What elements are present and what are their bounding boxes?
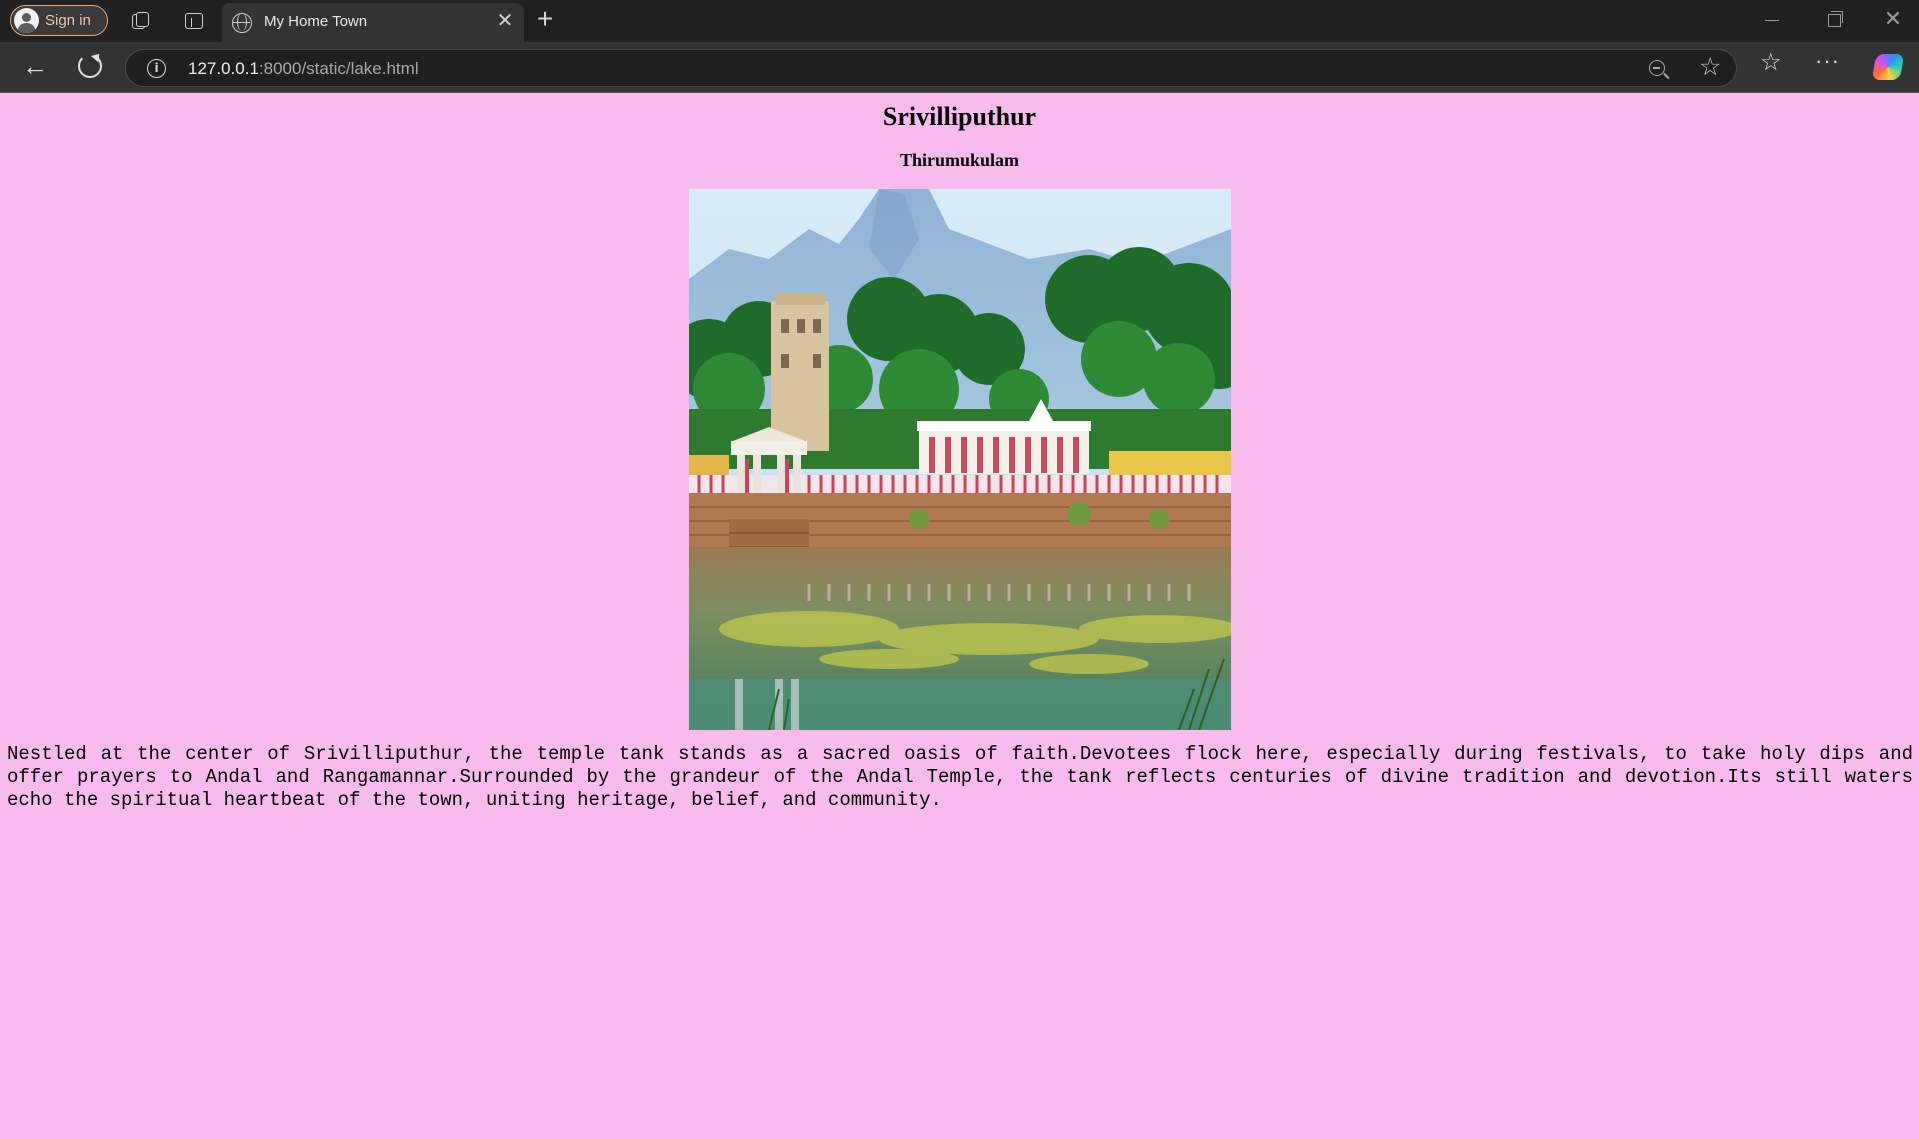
back-arrow-icon[interactable]: ← <box>22 53 48 80</box>
page-subtitle: Thirumukulam <box>899 150 1020 170</box>
restore-icon[interactable] <box>1828 11 1843 27</box>
tab-bar: Sign in My Home Town ✕ + ✕ <box>0 0 1919 42</box>
zoom-out-icon[interactable] <box>1649 60 1665 76</box>
reload-icon[interactable] <box>78 54 102 78</box>
sign-in-label: Sign in <box>45 12 91 29</box>
temple-tank-photo <box>689 189 1231 730</box>
copilot-icon[interactable] <box>1871 54 1905 80</box>
tab-actions-icon[interactable] <box>183 10 205 32</box>
favorites-icon[interactable]: ☆ <box>1760 50 1782 76</box>
window-close-icon[interactable]: ✕ <box>1882 8 1904 30</box>
more-icon[interactable]: ··· <box>1815 48 1840 74</box>
star-icon[interactable]: ☆ <box>1699 54 1721 80</box>
url-host: 127.0.0.1 <box>188 59 259 78</box>
avatar-icon <box>14 8 39 33</box>
workspaces-icon[interactable] <box>130 10 152 32</box>
url-text[interactable]: 127.0.0.1:8000/static/lake.html <box>188 59 419 79</box>
toolbar: ← i 127.0.0.1:8000/static/lake.html ☆ ☆ … <box>0 42 1919 93</box>
tab-active[interactable]: My Home Town ✕ <box>222 3 524 42</box>
close-icon[interactable]: ✕ <box>496 11 514 31</box>
page-title: Srivilliputhur <box>882 102 1037 131</box>
description-paragraph: Nestled at the center of Srivilliputhur,… <box>7 743 1913 811</box>
address-bar[interactable]: i 127.0.0.1:8000/static/lake.html ☆ <box>125 49 1737 87</box>
sign-in-button[interactable]: Sign in <box>10 5 108 36</box>
tab-title: My Home Town <box>264 13 368 30</box>
plus-icon[interactable]: + <box>532 5 558 34</box>
minimize-icon[interactable] <box>1765 20 1779 22</box>
url-path: :8000/static/lake.html <box>258 59 419 78</box>
page-content: Srivilliputhur Thirumukulam Nestled at t… <box>0 94 1919 1139</box>
globe-icon <box>232 13 252 33</box>
info-icon[interactable]: i <box>147 59 166 78</box>
